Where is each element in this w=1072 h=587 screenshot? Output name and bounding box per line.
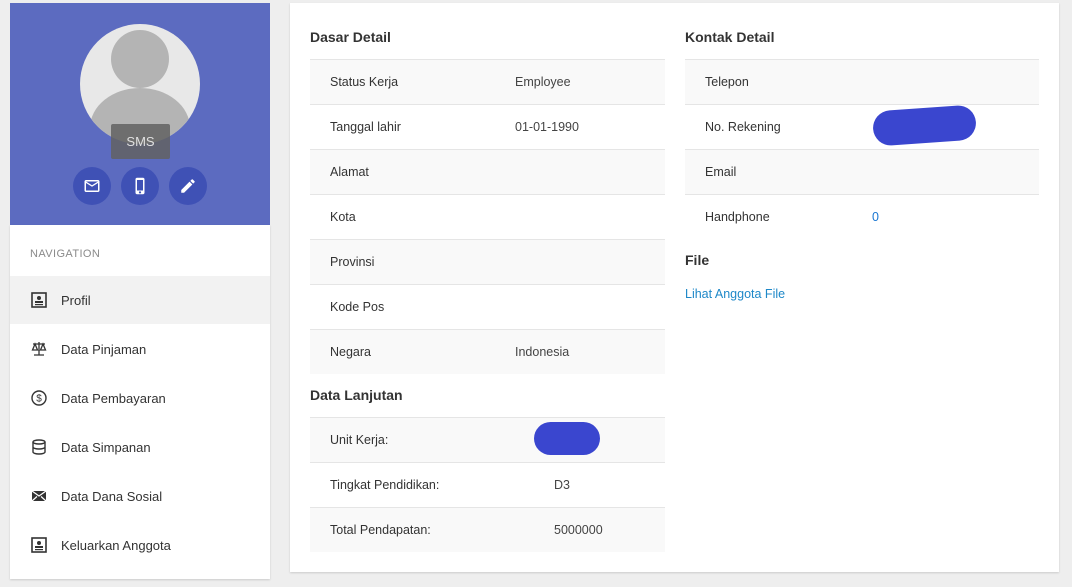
dasar-detail-table: Status Kerja Employee Tanggal lahir 01-0… [310,59,665,374]
row-label: Kode Pos [330,300,385,314]
row-label: No. Rekening [705,120,781,134]
table-row: Negara Indonesia [310,329,665,374]
row-label: Telepon [705,75,749,89]
row-label: Unit Kerja: [330,433,389,447]
row-label: Kota [330,210,356,224]
nav-item-data-pinjaman[interactable]: Data Pinjaman [10,325,270,373]
table-row: Tingkat Pendidikan: D3 [310,462,665,507]
table-row: Provinsi [310,239,665,284]
redacted-value [871,104,978,147]
row-label: Tingkat Pendidikan: [330,478,440,492]
row-label: Negara [330,345,371,359]
pencil-icon [181,179,195,193]
mobile-button[interactable] [121,167,159,205]
navigation-panel: NAVIGATION Profil Data Pinjaman $ Data P… [10,225,270,579]
table-row: Status Kerja Employee [310,59,665,104]
nav-item-keluarkan-anggota[interactable]: Keluarkan Anggota [10,521,270,569]
table-row: Total Pendapatan: 5000000 [310,507,665,552]
nav-item-label: Data Dana Sosial [61,488,163,504]
scale-icon [31,342,47,356]
redacted-value [534,422,600,455]
table-row: Alamat [310,149,665,194]
navigation-heading: NAVIGATION [30,248,101,260]
table-row: Handphone 0 [685,194,1039,239]
table-row: Kode Pos [310,284,665,329]
kontak-detail-table: Telepon No. Rekening Email Handphone 0 [685,59,1039,239]
table-row: Email [685,149,1039,194]
member-detail-panel: Dasar Detail Status Kerja Employee Tangg… [290,3,1059,572]
nav-item-label: Profil [61,292,91,308]
profile-card-icon [31,292,47,308]
table-row: Telepon [685,59,1039,104]
dasar-detail-title: Dasar Detail [310,29,391,45]
svg-text:$: $ [36,394,42,405]
handphone-value[interactable]: 0 [872,210,879,224]
nav-item-label: Keluarkan Anggota [61,537,171,553]
row-value: D3 [554,478,570,492]
row-label: Total Pendapatan: [330,523,431,537]
mail-icon [84,180,100,192]
nav-item-label: Data Simpanan [61,439,151,455]
database-icon [32,439,46,455]
kontak-detail-title: Kontak Detail [685,29,775,45]
dollar-icon: $ [31,390,47,406]
row-label: Tanggal lahir [330,120,401,134]
row-label: Status Kerja [330,75,399,89]
nav-item-data-dana-sosial[interactable]: Data Dana Sosial [10,472,270,520]
data-lanjutan-title: Data Lanjutan [310,387,403,403]
file-title: File [685,252,710,268]
envelope-icon [31,490,47,502]
table-row: No. Rekening [685,104,1039,149]
profile-header: SMS [10,3,270,225]
edit-button[interactable] [169,167,207,205]
nav-item-data-pembayaran[interactable]: $ Data Pembayaran [10,374,270,422]
nav-item-label: Data Pembayaran [61,390,166,406]
row-value: Indonesia [515,345,570,359]
email-button[interactable] [73,167,111,205]
table-row: Tanggal lahir 01-01-1990 [310,104,665,149]
row-label: Alamat [330,165,369,179]
nav-item-profil[interactable]: Profil [10,276,270,324]
row-value: 5000000 [554,523,603,537]
row-value: Employee [515,75,571,89]
nav-item-data-simpanan[interactable]: Data Simpanan [10,423,270,471]
table-row: Kota [310,194,665,239]
mobile-icon [135,177,145,195]
table-row: Unit Kerja: [310,417,665,462]
row-value: 01-01-1990 [515,120,579,134]
nav-item-label: Data Pinjaman [61,341,147,357]
row-label: Provinsi [330,255,375,269]
view-member-file-link[interactable]: Lihat Anggota File [685,287,785,301]
row-label: Email [705,165,737,179]
data-lanjutan-table: Unit Kerja: Tingkat Pendidikan: D3 Total… [310,417,665,552]
sms-tooltip: SMS [111,124,170,159]
row-label: Handphone [705,210,770,224]
profile-card-icon [31,537,47,553]
